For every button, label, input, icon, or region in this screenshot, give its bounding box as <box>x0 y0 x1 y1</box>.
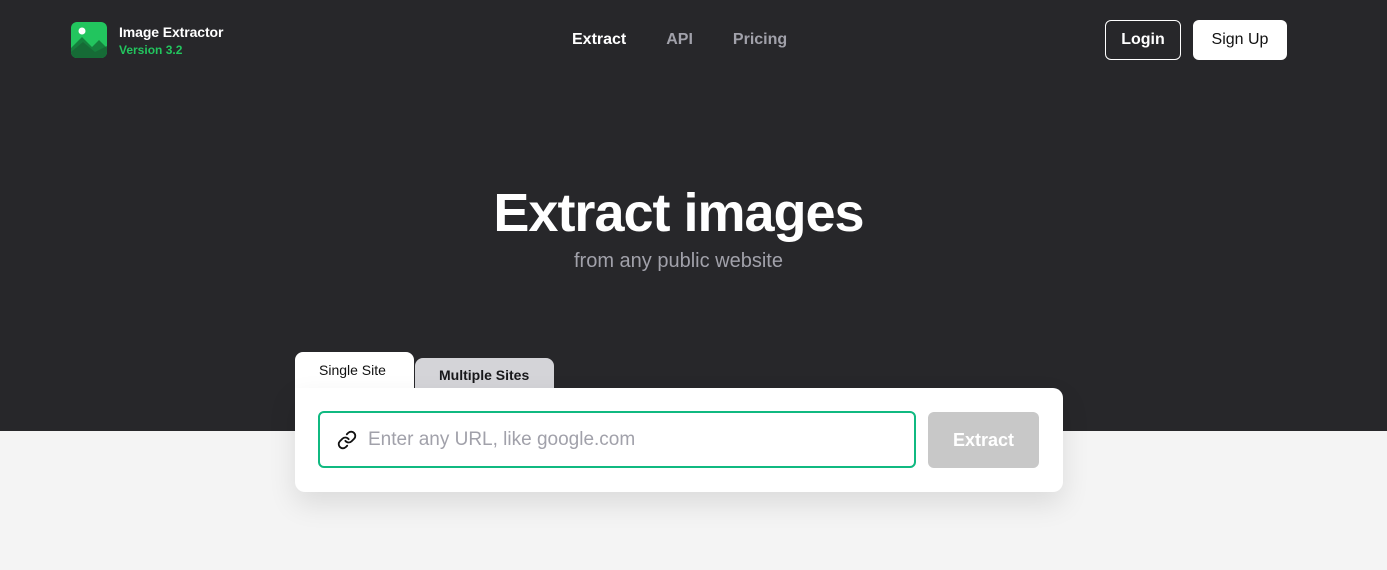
brand-name[interactable]: Image Extractor <box>119 24 223 40</box>
extract-button[interactable]: Extract <box>928 412 1039 468</box>
image-icon[interactable] <box>71 22 107 58</box>
signup-button[interactable]: Sign Up <box>1193 20 1287 60</box>
url-input[interactable] <box>368 413 908 466</box>
tab-single-site[interactable]: Single Site <box>295 352 414 392</box>
hero-subtitle: from any public website <box>574 250 783 272</box>
url-field[interactable] <box>318 411 916 468</box>
hero-title: Extract images <box>493 183 864 243</box>
nav-item-api[interactable]: API <box>666 31 693 49</box>
extract-form-card: Extract <box>295 388 1063 492</box>
main-nav: Extract API Pricing <box>572 31 787 49</box>
login-button[interactable]: Login <box>1105 20 1181 60</box>
brand-version: Version 3.2 <box>119 43 183 57</box>
nav-item-pricing[interactable]: Pricing <box>733 31 787 49</box>
nav-item-extract[interactable]: Extract <box>572 31 626 49</box>
link-icon <box>337 430 357 450</box>
tab-multiple-sites[interactable]: Multiple Sites <box>415 358 554 390</box>
